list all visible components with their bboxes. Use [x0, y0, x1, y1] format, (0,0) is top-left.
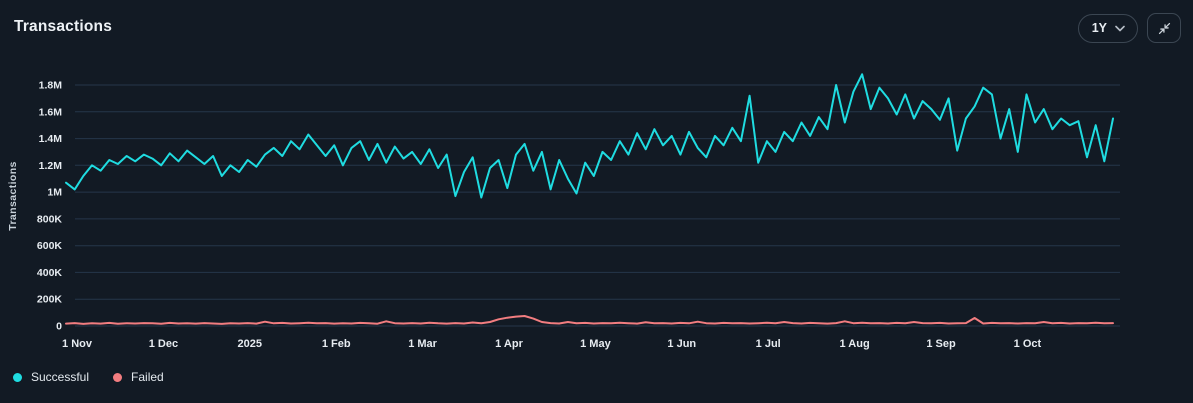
x-tick-label: 1 Aug [840, 338, 870, 350]
y-tick-label: 1.6M [39, 106, 63, 118]
y-tick-label: 200K [37, 294, 63, 306]
x-tick-label: 1 May [580, 338, 611, 350]
y-tick-label: 1.4M [39, 133, 63, 145]
y-tick-label: 1.8M [39, 80, 63, 92]
chart-plot-area[interactable]: 0 200K 400K 600K 800K 1M 1.2M 1.4M 1.6M 1.8M 1 Nov… [0, 0, 1193, 403]
transactions-chart[interactable]: 0 200K 400K 600K 800K 1M 1.2M 1.4M 1.6M 1.8M 1 Nov… [0, 0, 1193, 403]
y-axis-title: Transactions [7, 161, 19, 231]
x-tick-label: 1 Sep [926, 338, 956, 350]
y-tick-label: 1M [47, 187, 62, 199]
legend-label-failed: Failed [131, 370, 164, 384]
successful-series-dot [13, 372, 22, 382]
x-tick-label: 1 Dec [149, 338, 178, 350]
x-tick-label: 1 Mar [408, 338, 437, 350]
successful-line [65, 73, 1114, 199]
y-tick-label: 600K [37, 240, 63, 252]
x-tick-label: 1 Oct [1014, 338, 1042, 350]
x-tick-label: 1 Jun [667, 338, 696, 350]
legend-item-successful[interactable]: Successful [13, 370, 89, 384]
x-tick-label: 1 Apr [495, 338, 523, 350]
x-tick-label: 1 Feb [322, 338, 351, 350]
x-tick-label: 1 Jul [756, 338, 781, 350]
x-tick-label: 1 Nov [62, 338, 93, 350]
y-tick-label: 1.2M [39, 160, 63, 172]
legend-item-failed[interactable]: Failed [113, 370, 164, 384]
failed-line [65, 315, 1114, 325]
y-tick-label: 0 [56, 321, 62, 333]
y-tick-label: 800K [37, 213, 63, 225]
failed-series-dot [113, 372, 123, 382]
legend-label-successful: Successful [31, 370, 90, 384]
x-tick-label: 2025 [238, 338, 262, 350]
chart-legend: Successful Failed [13, 370, 164, 384]
y-tick-label: 400K [37, 267, 63, 279]
